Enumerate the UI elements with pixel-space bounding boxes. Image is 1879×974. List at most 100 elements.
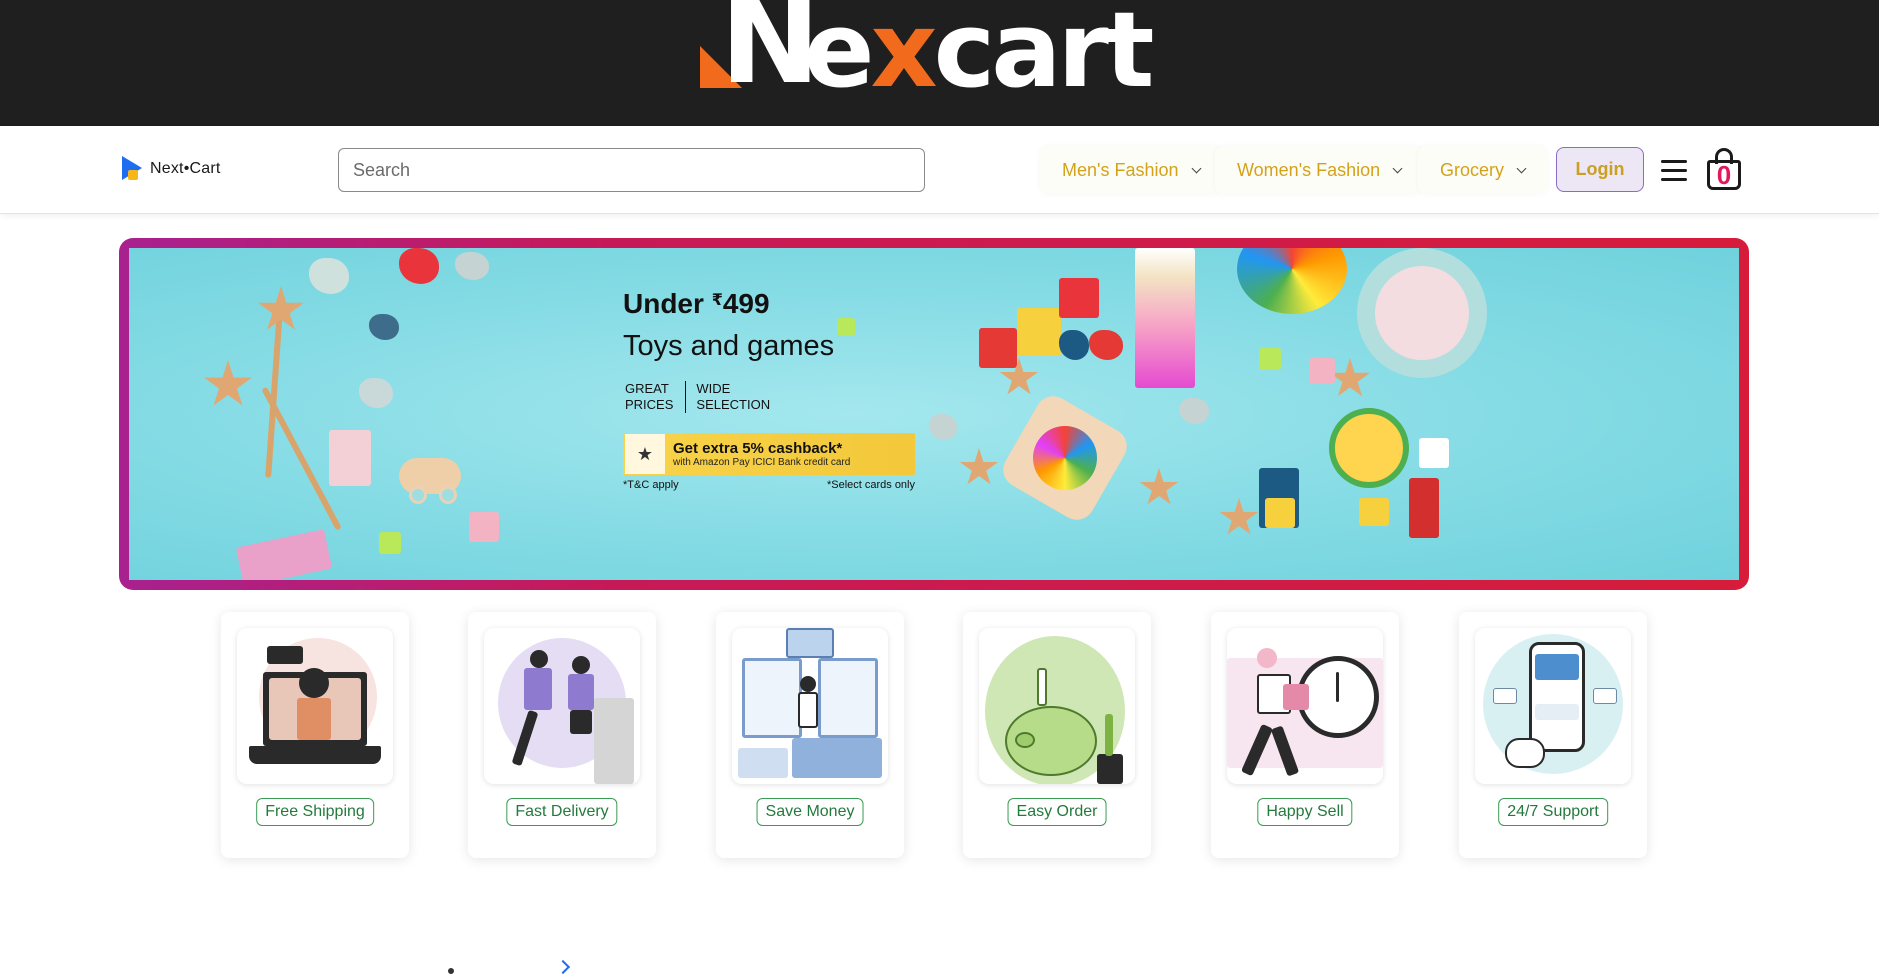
desk [594, 698, 634, 784]
box [786, 628, 834, 658]
logo-word-end: cart [933, 0, 1155, 111]
person-head [1257, 648, 1277, 668]
block-toy [1359, 498, 1389, 526]
feature-label: Fast Delivery [506, 798, 618, 826]
stone-toy [1059, 330, 1089, 360]
navbar: Next•Cart Men's Fashion Women's Fashion … [0, 126, 1879, 214]
easy-order-illustration [979, 628, 1135, 784]
logo-yellow-shape [128, 170, 138, 180]
search-input[interactable] [338, 148, 925, 192]
stone-toy [1089, 330, 1123, 360]
train-toy [979, 328, 1017, 368]
nav-logo-text: Next•Cart [150, 160, 221, 177]
hero-banner[interactable]: Under ₹499 Toys and games GREAT PRICES W… [119, 238, 1749, 590]
dot [448, 968, 454, 974]
next-section-peek [440, 959, 580, 974]
feature-great-prices: GREAT PRICES [623, 381, 687, 413]
feature-label: Happy Sell [1257, 798, 1353, 826]
menu-grocery[interactable]: Grocery [1418, 146, 1548, 194]
clock-hand [1336, 672, 1339, 702]
hero-promo: Under ₹499 Toys and games GREAT PRICES W… [623, 288, 943, 491]
laptop-keyboard [249, 746, 381, 764]
support-illustration [1475, 628, 1631, 784]
stone-toy [369, 314, 399, 340]
happy-sell-illustration [1227, 628, 1383, 784]
chevron-down-icon [1191, 163, 1201, 173]
feature-card-save-money[interactable]: Save Money [716, 612, 904, 858]
hand-coin [1037, 668, 1047, 706]
wheel [439, 486, 457, 504]
top-brand-banner: N excart [0, 0, 1879, 126]
logo-word: excart [804, 0, 1154, 102]
person-head [299, 668, 329, 698]
feature-card-easy-order[interactable]: Easy Order [963, 612, 1151, 858]
plant-leaf [1105, 714, 1113, 756]
feature-card-fast-delivery[interactable]: Fast Delivery [468, 612, 656, 858]
toy-car-red [1409, 478, 1439, 538]
chevron-down-icon [1392, 163, 1403, 173]
menu-womens-fashion-label: Women's Fashion [1237, 159, 1381, 180]
window [742, 658, 802, 738]
feature-card-free-shipping[interactable]: Free Shipping [221, 612, 409, 858]
puzzle-pieces [1033, 426, 1097, 490]
nexcart-big-logo[interactable]: N excart [700, 0, 1154, 111]
feature-text: SELECTION [696, 397, 771, 412]
piggy-snout [1015, 732, 1035, 748]
person-skirt [570, 710, 592, 734]
hero-price: Under ₹499 [623, 288, 943, 320]
person-head [530, 650, 548, 668]
house-toy [329, 430, 371, 486]
dice-toy [1419, 438, 1449, 468]
plant-pot [1097, 754, 1123, 784]
stone-toy [399, 248, 439, 284]
stone-toy [1179, 398, 1209, 424]
nextcart-logo-icon [122, 156, 144, 182]
feature-wide-selection: WIDE SELECTION [686, 381, 770, 413]
offer-notes: *T&C apply *Select cards only [623, 479, 915, 491]
block-toy [1309, 358, 1335, 384]
save-money-illustration [732, 628, 888, 784]
login-button[interactable]: Login [1556, 147, 1644, 192]
feature-card-support[interactable]: 24/7 Support [1459, 612, 1647, 858]
person-head [572, 656, 590, 674]
currency-symbol: ₹ [711, 292, 723, 309]
hero-banner-image: Under ₹499 Toys and games GREAT PRICES W… [129, 248, 1739, 580]
hamburger-menu-icon[interactable] [1661, 160, 1687, 182]
feature-text: WIDE [696, 381, 731, 396]
hamburger-line [1661, 178, 1687, 181]
stone-toy [359, 378, 393, 408]
card-icon [1493, 688, 1517, 704]
feature-text: PRICES [625, 397, 674, 412]
cards-note: *Select cards only [826, 479, 915, 491]
stone-toy [929, 414, 957, 440]
feature-text: GREAT [625, 381, 669, 396]
hamburger-line [1661, 160, 1687, 163]
block-toy [379, 532, 401, 554]
train-toy [1059, 278, 1099, 318]
menu-grocery-label: Grocery [1440, 159, 1505, 180]
chevron-down-icon [1516, 163, 1527, 173]
feature-label: Free Shipping [256, 798, 374, 826]
person-body [568, 674, 594, 710]
hero-price-prefix: Under [623, 288, 712, 319]
feature-label: Easy Order [1007, 798, 1107, 826]
fast-delivery-illustration [484, 628, 640, 784]
logo-word-accent: x [870, 0, 938, 111]
nav-logo[interactable]: Next•Cart [122, 156, 221, 182]
block-toy [1259, 348, 1281, 370]
person-body [297, 698, 331, 740]
sofa [738, 748, 788, 778]
logo-letter-n: N [720, 0, 820, 111]
menu-mens-fashion-label: Men's Fashion [1062, 159, 1179, 180]
feature-card-happy-sell[interactable]: Happy Sell [1211, 612, 1399, 858]
block-toy [837, 318, 855, 336]
card-icon [1593, 688, 1617, 704]
cashback-offer: ★ Get extra 5% cashback* with Amazon Pay… [623, 433, 915, 475]
abacus-toy [1135, 248, 1195, 388]
menu-mens-fashion[interactable]: Men's Fashion [1040, 146, 1222, 194]
chevron-right-icon[interactable] [555, 959, 571, 974]
shopping-bag-icon[interactable]: 0 [1706, 148, 1742, 192]
free-shipping-illustration [237, 628, 393, 784]
stone-toy [455, 252, 489, 280]
menu-womens-fashion[interactable]: Women's Fashion [1215, 146, 1424, 194]
